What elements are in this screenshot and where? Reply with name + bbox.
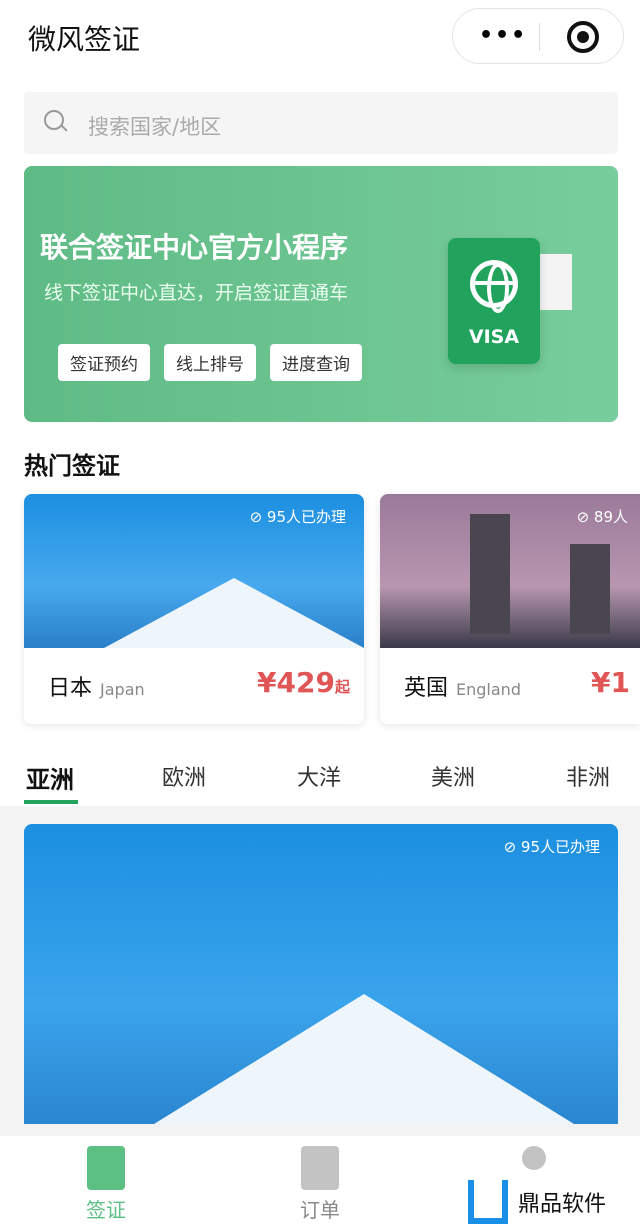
passport-icon xyxy=(87,1146,125,1190)
chip-online-queue[interactable]: 线上排号 xyxy=(164,344,256,381)
search-icon xyxy=(44,110,64,130)
price: ¥429起 xyxy=(257,666,350,699)
search-input[interactable]: 搜索国家/地区 xyxy=(24,92,618,154)
visa-label: VISA xyxy=(468,326,520,348)
price: ¥1 xyxy=(591,666,630,699)
divider xyxy=(539,23,540,51)
watermark: 鼎品软件 xyxy=(468,1180,606,1224)
banner-subtitle: 线下签证中心直达，开启签证直通车 xyxy=(44,282,349,304)
active-tab-indicator xyxy=(24,800,78,804)
globe-icon xyxy=(470,260,518,313)
visa-card-england[interactable]: ⊘ 89人 英国 England ¥1 xyxy=(380,494,640,724)
tab-asia[interactable]: 亚洲 xyxy=(26,760,74,795)
country-en: Japan xyxy=(100,680,145,699)
handled-count-badge: ⊘ 95人已办理 xyxy=(503,838,600,856)
country-name: 日本 xyxy=(48,676,93,701)
nav-bar: 微风签证 ••• xyxy=(0,0,640,80)
app-title: 微风签证 xyxy=(28,23,141,56)
chip-progress-query[interactable]: 进度查询 xyxy=(270,344,362,381)
search-placeholder: 搜索国家/地区 xyxy=(88,115,222,139)
country-name: 英国 xyxy=(404,676,449,701)
tab-label: 签证 xyxy=(86,1198,126,1222)
featured-card-japan[interactable]: ⊘ 95人已办理 xyxy=(24,824,618,1124)
tab-label: 订单 xyxy=(300,1198,340,1222)
section-title-hot: 热门签证 xyxy=(24,452,120,480)
passport-icon: VISA xyxy=(448,238,540,364)
promo-banner[interactable]: 联合签证中心官方小程序 线下签证中心直达，开启签证直通车 签证预约 线上排号 进… xyxy=(24,166,618,422)
england-image: ⊘ 89人 xyxy=(380,494,640,648)
tab-oceania[interactable]: 大洋 xyxy=(297,760,341,792)
tab-visa[interactable]: 签证 xyxy=(66,1146,146,1223)
tab-profile[interactable] xyxy=(494,1146,574,1170)
handled-count-badge: ⊘ 89人 xyxy=(576,508,628,526)
visa-card-japan[interactable]: ⊘ 95人已办理 日本 Japan ¥429起 xyxy=(24,494,364,724)
japan-image: ⊘ 95人已办理 xyxy=(24,494,364,648)
banner-title: 联合签证中心官方小程序 xyxy=(40,231,349,264)
tab-orders[interactable]: 订单 xyxy=(280,1146,360,1223)
more-dots-icon[interactable]: ••• xyxy=(479,23,527,48)
tab-europe[interactable]: 欧洲 xyxy=(162,760,206,792)
watermark-logo xyxy=(468,1180,508,1224)
region-tabs: 亚洲 欧洲 大洋 美洲 非洲 xyxy=(0,760,640,806)
user-icon xyxy=(522,1146,546,1170)
capsule-menu: ••• xyxy=(452,8,624,64)
country-en: England xyxy=(456,680,521,699)
tab-africa[interactable]: 非洲 xyxy=(566,760,610,792)
record-circle-icon[interactable] xyxy=(567,21,599,53)
list-icon xyxy=(301,1146,339,1190)
chip-visa-appointment[interactable]: 签证预约 xyxy=(58,344,150,381)
tab-americas[interactable]: 美洲 xyxy=(431,760,475,792)
handled-count-badge: ⊘ 95人已办理 xyxy=(249,508,346,526)
